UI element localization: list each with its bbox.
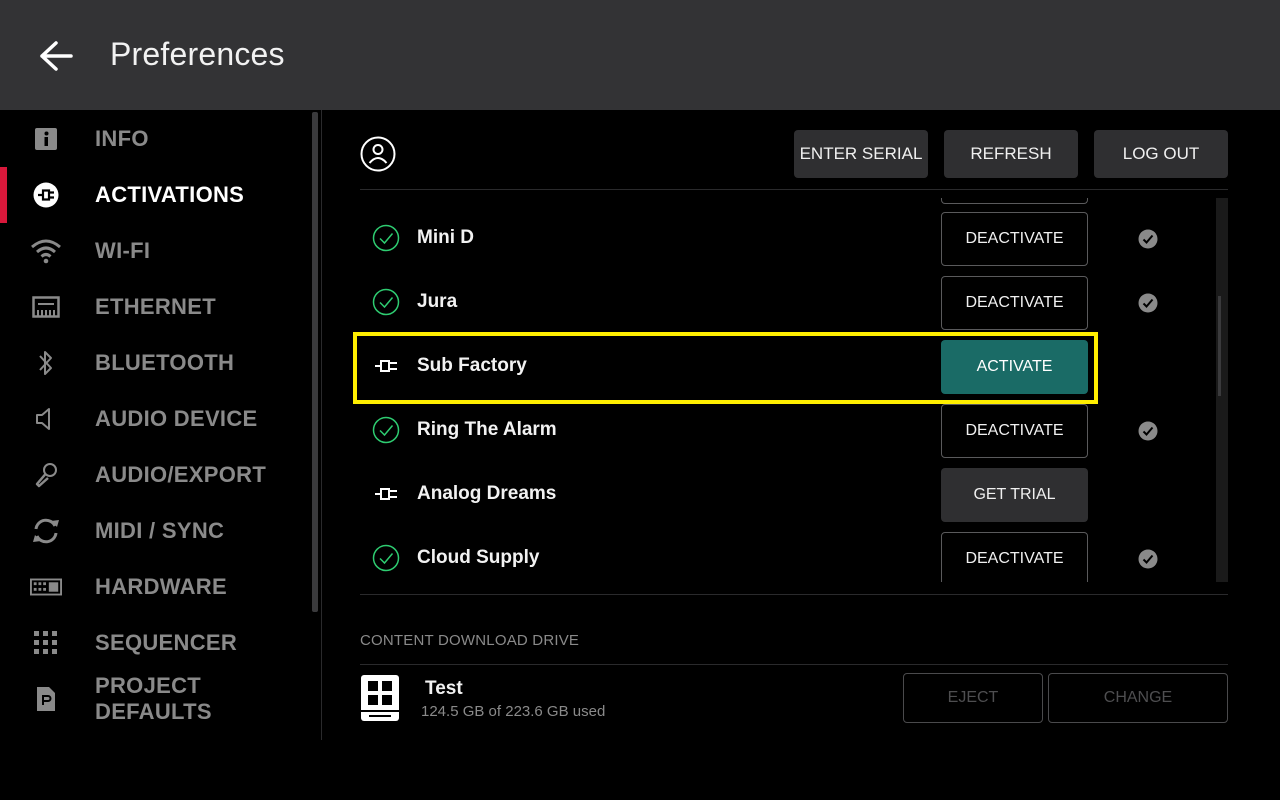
sidebar-item-label: INFO xyxy=(95,126,149,151)
sync-icon xyxy=(30,517,62,545)
toolbar-divider xyxy=(360,189,1228,190)
sidebar-item-label: HARDWARE xyxy=(95,574,227,599)
list-item: Analog Dreams GET TRIAL xyxy=(360,467,1220,523)
active-indicator xyxy=(0,167,7,223)
sidebar-item-audio-device[interactable]: AUDIO DEVICE xyxy=(0,391,310,447)
sidebar: INFO ACTIVATIONS WI-FI ETHERNET BLUETOOT… xyxy=(0,110,322,740)
partial-deactivate-button[interactable] xyxy=(941,198,1088,204)
drive-icon xyxy=(361,675,399,721)
sidebar-item-wifi[interactable]: WI-FI xyxy=(0,223,310,279)
refresh-button[interactable]: REFRESH xyxy=(944,130,1078,178)
change-drive-button[interactable]: CHANGE xyxy=(1048,673,1228,723)
plug-outline-icon xyxy=(375,488,397,500)
user-circle-icon xyxy=(360,136,396,172)
sidebar-item-ethernet[interactable]: ETHERNET xyxy=(0,279,310,335)
sidebar-item-project-defaults[interactable]: PROJECT DEFAULTS xyxy=(0,671,310,727)
sidebar-item-info[interactable]: INFO xyxy=(0,111,310,167)
plug-outline-icon xyxy=(375,360,397,372)
check-circle-icon xyxy=(372,224,400,252)
back-button[interactable] xyxy=(34,34,78,78)
page-title: Preferences xyxy=(110,36,285,72)
sidebar-scrollbar[interactable] xyxy=(312,112,318,612)
drive-section-heading: CONTENT DOWNLOAD DRIVE xyxy=(360,632,580,649)
product-name: Jura xyxy=(417,291,458,312)
sidebar-item-audio-export[interactable]: AUDIO/EXPORT xyxy=(0,447,310,503)
ethernet-icon xyxy=(30,293,62,321)
verified-check-icon xyxy=(1138,229,1158,249)
list-divider xyxy=(360,594,1228,595)
list-item: Sub Factory ACTIVATE xyxy=(360,339,1220,395)
drive-usage: 124.5 GB of 223.6 GB used xyxy=(421,703,606,720)
header-bar: Preferences xyxy=(0,0,1280,110)
product-name: Cloud Supply xyxy=(417,547,540,568)
check-circle-icon xyxy=(372,288,400,316)
sidebar-divider xyxy=(321,110,322,740)
sidebar-item-label: AUDIO DEVICE xyxy=(95,406,258,431)
bluetooth-icon xyxy=(30,349,62,377)
sidebar-item-sequencer[interactable]: SEQUENCER xyxy=(0,615,310,671)
deactivate-button[interactable]: DEACTIVATE xyxy=(941,404,1088,458)
speaker-icon xyxy=(30,405,62,433)
eject-button[interactable]: EJECT xyxy=(903,673,1043,723)
list-item: Ring The Alarm DEACTIVATE xyxy=(360,403,1220,459)
plug-icon xyxy=(30,181,62,209)
activate-button[interactable]: ACTIVATE xyxy=(941,340,1088,394)
arrow-left-icon xyxy=(40,41,73,71)
keyboard-icon xyxy=(30,573,62,601)
grid-icon xyxy=(30,629,62,657)
activations-list: Mini D DEACTIVATE Jura DEACTIVATE Sub Fa… xyxy=(360,198,1220,582)
sidebar-item-label: AUDIO/EXPORT xyxy=(95,462,267,487)
sidebar-item-label: WI-FI xyxy=(95,238,151,263)
list-scrollbar-thumb[interactable] xyxy=(1218,296,1221,396)
verified-check-icon xyxy=(1138,293,1158,313)
sidebar-item-bluetooth[interactable]: BLUETOOTH xyxy=(0,335,310,391)
deactivate-button[interactable]: DEACTIVATE xyxy=(941,276,1088,330)
get-trial-button[interactable]: GET TRIAL xyxy=(941,468,1088,522)
product-name: Sub Factory xyxy=(417,355,527,376)
deactivate-button[interactable]: DEACTIVATE xyxy=(941,212,1088,266)
sidebar-item-activations[interactable]: ACTIVATIONS xyxy=(0,167,310,223)
list-item: Mini D DEACTIVATE xyxy=(360,211,1220,267)
sidebar-item-label: ACTIVATIONS xyxy=(95,182,245,207)
sidebar-item-label: MIDI / SYNC xyxy=(95,518,225,543)
verified-check-icon xyxy=(1138,421,1158,441)
log-out-button[interactable]: LOG OUT xyxy=(1094,130,1228,178)
sidebar-item-hardware[interactable]: HARDWARE xyxy=(0,559,310,615)
sidebar-item-label: ETHERNET xyxy=(95,294,216,319)
check-circle-icon xyxy=(372,544,400,572)
account-button[interactable] xyxy=(360,136,396,172)
deactivate-button[interactable]: DEACTIVATE xyxy=(941,532,1088,582)
list-item: Cloud Supply DEACTIVATE xyxy=(360,531,1220,582)
drive-name: Test xyxy=(425,678,463,699)
product-name: Ring The Alarm xyxy=(417,419,557,440)
sidebar-item-label: BLUETOOTH xyxy=(95,350,235,375)
document-icon xyxy=(30,685,62,713)
wifi-icon xyxy=(30,237,62,265)
sidebar-item-label: PROJECT DEFAULTS xyxy=(95,673,212,724)
drive-divider xyxy=(360,664,1228,665)
enter-serial-button[interactable]: ENTER SERIAL xyxy=(794,130,928,178)
info-icon xyxy=(30,125,62,153)
sidebar-item-midi-sync[interactable]: MIDI / SYNC xyxy=(0,503,310,559)
list-item: Jura DEACTIVATE xyxy=(360,275,1220,331)
check-circle-icon xyxy=(372,416,400,444)
verified-check-icon xyxy=(1138,549,1158,569)
microphone-icon xyxy=(30,461,62,489)
product-name: Mini D xyxy=(417,227,474,248)
product-name: Analog Dreams xyxy=(417,483,557,504)
sidebar-item-label: SEQUENCER xyxy=(95,630,238,655)
